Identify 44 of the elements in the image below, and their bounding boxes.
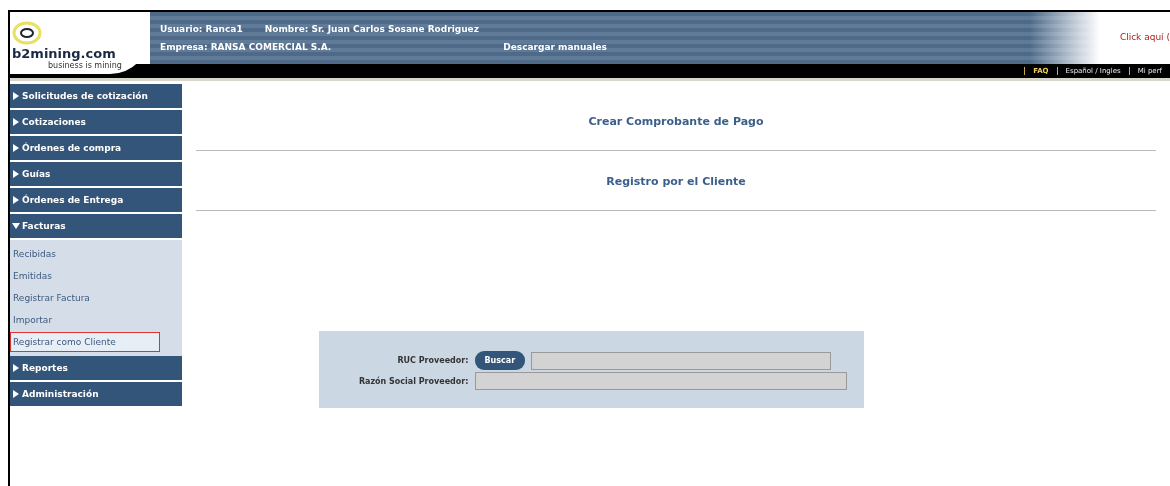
menu-label: Órdenes de Entrega: [22, 195, 124, 205]
menu-item[interactable]: Facturas: [10, 214, 182, 238]
menu-item[interactable]: Órdenes de Entrega: [10, 188, 182, 212]
menu-item[interactable]: Reportes: [10, 356, 182, 380]
triangle-right-icon: [12, 118, 20, 126]
user-label: Usuario: Ranca1: [160, 24, 243, 34]
menu-item[interactable]: Administración: [10, 382, 182, 406]
logo-icon: [12, 20, 42, 46]
user-name: Nombre: Sr. Juan Carlos Sosane Rodriguez: [264, 24, 479, 34]
triangle-right-icon: [12, 390, 20, 398]
company-label: Empresa: RANSA COMERCIAL S.A.: [160, 42, 332, 52]
menu-label: Órdenes de compra: [22, 143, 122, 153]
menu-label: Reportes: [22, 363, 68, 373]
logo-text: b2mining.com: [12, 46, 116, 61]
menu-label: Solicitudes de cotización: [22, 91, 148, 101]
submenu-item[interactable]: Emitidas: [10, 266, 160, 286]
submenu-item[interactable]: Importar: [10, 310, 160, 330]
company-name-label: Razón Social Proveedor:: [357, 376, 469, 386]
triangle-right-icon: [12, 92, 20, 100]
submenu-item[interactable]: Registrar Factura: [10, 288, 160, 308]
triangle-right-icon: [12, 196, 20, 204]
menu-item[interactable]: Órdenes de compra: [10, 136, 182, 160]
menu-label: Administración: [22, 389, 99, 399]
submenu-item[interactable]: Registrar como Cliente: [10, 332, 160, 352]
triangle-right-icon: [12, 144, 20, 152]
menu-item[interactable]: Guías: [10, 162, 182, 186]
menu-label: Guías: [22, 169, 51, 179]
triangle-down-icon: [12, 222, 20, 230]
menu-item[interactable]: Solicitudes de cotización: [10, 84, 182, 108]
submenu-item[interactable]: Recibidas: [10, 244, 160, 264]
triangle-right-icon: [12, 170, 20, 178]
click-link[interactable]: Click aquí (: [1119, 32, 1170, 42]
search-button[interactable]: Buscar: [474, 351, 526, 370]
company-name-field[interactable]: [474, 372, 847, 390]
ruc-label: RUC Proveedor:: [396, 356, 469, 365]
triangle-right-icon: [12, 364, 20, 372]
ruc-field[interactable]: [531, 351, 832, 370]
manuals-link[interactable]: Descargar manuales: [503, 42, 607, 52]
menu-label: Facturas: [22, 221, 66, 231]
menu-label: Cotizaciones: [22, 117, 86, 127]
page-title: Crear Comprobante de Pago: [196, 81, 1156, 151]
menu-item[interactable]: Cotizaciones: [10, 110, 182, 134]
page-subtitle: Registro por el Cliente: [196, 151, 1156, 211]
logo-tagline: business is mining: [48, 61, 122, 70]
